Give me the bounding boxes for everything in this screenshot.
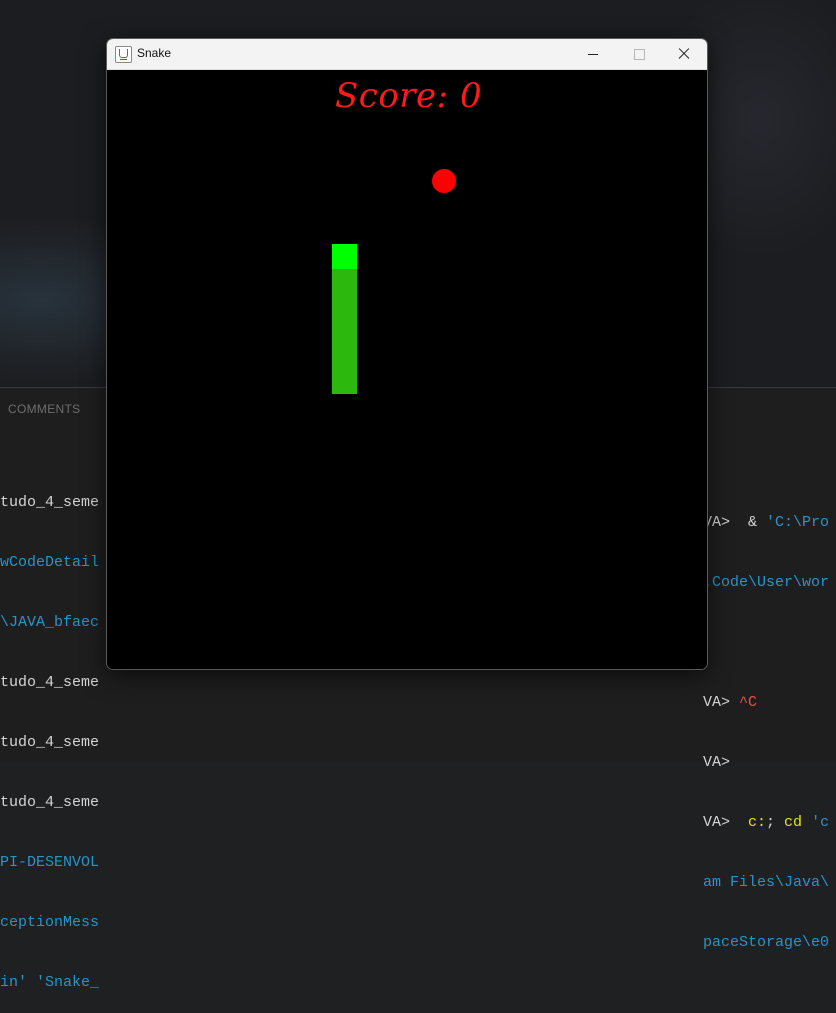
terminal-command: c:; cd 'c [730, 814, 830, 831]
terminal-command: paceStorage\e0 [703, 934, 830, 951]
terminal-prompt: VA> [703, 694, 731, 711]
terminal-line: PI-DESENVOL am Files\Java\ [0, 833, 836, 891]
terminal-line-left: tudo_4_seme [0, 674, 100, 691]
terminal-line-left: tudo_4_seme [0, 794, 100, 811]
maximize-button[interactable] [616, 39, 662, 69]
title-bar[interactable]: Snake [107, 39, 707, 70]
terminal-line-left: in' 'Snake_ [0, 974, 100, 991]
maximize-icon [633, 48, 645, 60]
terminal-line: tudo_4_seme VA> c:; cd 'c [0, 773, 836, 831]
snake-game-window[interactable]: Snake Score: 0 [106, 38, 708, 670]
snake-body [332, 269, 357, 394]
food-apple [432, 169, 456, 193]
terminal-line-left: ceptionMess [0, 914, 100, 931]
terminal-command: ^C [730, 694, 758, 711]
terminal-line-left: tudo_4_seme [0, 734, 100, 751]
window-title: Snake [137, 46, 172, 60]
close-icon [678, 48, 690, 60]
terminal-line: in' 'Snake_ [0, 953, 836, 991]
terminal-line-left: \JAVA_bfaec [0, 614, 100, 631]
minimize-button[interactable] [570, 39, 616, 69]
terminal-line-left: tudo_4_seme [0, 494, 100, 511]
java-app-icon[interactable] [115, 46, 132, 63]
minimize-icon [588, 53, 598, 55]
terminal-prompt: VA> [703, 814, 731, 831]
snake-head [332, 244, 357, 269]
terminal-line: tudo_4_seme VA> [0, 713, 836, 771]
close-button[interactable] [661, 39, 707, 69]
comments-tab-label[interactable]: COMMENTS [8, 402, 80, 416]
terminal-prompt: VA> [703, 754, 731, 771]
score-label: Score: 0 [335, 76, 483, 116]
game-canvas[interactable]: Score: 0 [107, 70, 707, 669]
terminal-command: & 'C:\Pro [730, 514, 830, 531]
terminal-line-left: wCodeDetail [0, 554, 100, 571]
terminal-line-left: PI-DESENVOL [0, 854, 100, 871]
terminal-command: am Files\Java\ [703, 874, 830, 891]
terminal-line: ceptionMess paceStorage\e0 [0, 893, 836, 951]
terminal-command: .Code\User\wor [703, 574, 830, 591]
